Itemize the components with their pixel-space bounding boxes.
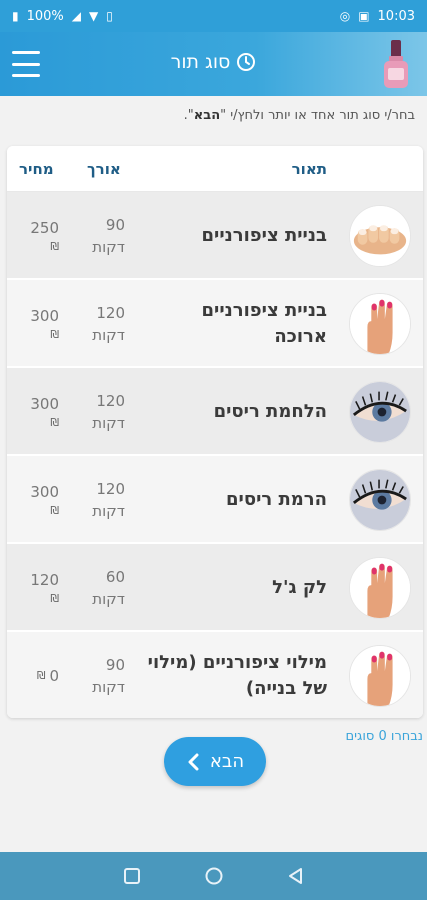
instruction-suffix: ". — [183, 108, 194, 123]
wifi-icon: ▼ — [89, 9, 99, 23]
service-unit: דקות — [92, 678, 125, 696]
selected-count: נבחרו 0 סוגים — [345, 729, 423, 744]
service-name: בניית ציפורניים — [201, 224, 328, 246]
clock-icon — [237, 53, 256, 71]
app-bar: סוג תור — [0, 32, 427, 96]
service-price-value: 300 — [30, 394, 59, 413]
service-length: 120 דקות — [92, 368, 125, 456]
instruction-text: בחר/י סוג תור אחד או יותר ולחץ/י "הבא". — [5, 108, 415, 123]
vibrate-icon: ▯ — [106, 9, 113, 23]
currency-symbol: ₪ — [50, 240, 59, 253]
status-bar: ▮ 100% ◢ ▼ ▯ ◎ ▣ 10:03 — [0, 0, 427, 32]
service-minutes: 120 — [96, 303, 125, 322]
eyelash-photo — [349, 381, 411, 443]
currency-symbol: ₪ — [36, 668, 46, 682]
pink-nails-hand-photo — [349, 645, 411, 707]
service-length: 120 דקות — [92, 280, 125, 368]
next-button[interactable]: הבא — [164, 737, 266, 786]
system-nav-bar — [0, 852, 427, 900]
pink-nails-hand-photo — [349, 557, 411, 619]
service-minutes: 90 — [105, 655, 125, 674]
back-icon[interactable] — [286, 866, 306, 886]
service-unit: דקות — [92, 326, 125, 344]
eyelash-photo — [349, 469, 411, 531]
header-price: מחיר — [19, 160, 54, 178]
currency-symbol: ₪ — [50, 416, 59, 429]
nails-manicure-photo — [349, 205, 411, 267]
battery-level: 100% — [26, 8, 64, 24]
table-row[interactable]: בניית ציפורניים 90 דקות 250 ₪ — [7, 192, 423, 280]
table-header: תאור אורך מחיר — [7, 146, 423, 192]
service-minutes: 120 — [96, 391, 125, 410]
table-row[interactable]: לק ג'ל 60 דקות 120 ₪ — [7, 544, 423, 632]
service-name: לק ג'ל — [272, 576, 327, 598]
service-unit: דקות — [92, 414, 125, 432]
service-name: בניית ציפורניים ארוכה — [201, 299, 328, 347]
instruction-bold: הבא — [193, 108, 221, 123]
header-description: תאור — [291, 160, 327, 178]
signal-icon: ◢ — [71, 9, 82, 23]
currency-symbol: ₪ — [50, 504, 59, 517]
pink-nails-hand-photo — [349, 293, 411, 355]
service-price-value: 120 — [30, 570, 59, 589]
services-table: תאור אורך מחיר בניית ציפורניים 90 דקות 2… — [7, 146, 423, 718]
page-title-text: סוג תור — [170, 51, 231, 73]
service-price-value: 300 — [30, 306, 59, 325]
service-length: 90 דקות — [92, 192, 125, 280]
service-name: הלחמת ריסים — [213, 400, 327, 422]
table-row[interactable]: הלחמת ריסים 120 דקות 300 ₪ — [7, 368, 423, 456]
service-unit: דקות — [92, 502, 125, 520]
currency-symbol: ₪ — [50, 328, 59, 341]
battery-icon: ▮ — [12, 9, 19, 23]
service-price: ₪ 0 — [37, 632, 59, 718]
service-length: 60 דקות — [92, 544, 125, 632]
table-row[interactable]: מילוי ציפורניים (מילוי של בנייה) 90 דקות… — [7, 632, 423, 718]
service-name: מילוי ציפורניים (מילוי של בנייה) — [147, 651, 327, 699]
service-unit: דקות — [92, 590, 125, 608]
home-icon[interactable] — [204, 866, 224, 886]
status-right: ◎ ▣ 10:03 — [340, 9, 415, 24]
service-length: 90 דקות — [92, 632, 125, 718]
page-title: סוג תור — [0, 51, 427, 73]
service-minutes: 60 — [105, 567, 125, 586]
service-minutes: 120 — [96, 479, 125, 498]
currency-symbol: ₪ — [50, 592, 59, 605]
table-row[interactable]: בניית ציפורניים ארוכה 120 דקות 300 ₪ — [7, 280, 423, 368]
service-price: 300 ₪ — [30, 280, 59, 368]
recents-icon[interactable] — [122, 866, 142, 886]
nail-polish-icon — [384, 40, 408, 88]
service-price: 300 ₪ — [30, 456, 59, 544]
service-length: 120 דקות — [92, 456, 125, 544]
service-price: 300 ₪ — [30, 368, 59, 456]
chevron-left-icon — [188, 753, 199, 770]
service-minutes: 90 — [105, 215, 125, 234]
next-button-label: הבא — [209, 751, 245, 772]
service-unit: דקות — [92, 238, 125, 256]
table-row[interactable]: הרמת ריסים 120 דקות 300 ₪ — [7, 456, 423, 544]
status-left: ▮ 100% ◢ ▼ ▯ — [12, 9, 113, 24]
instruction-prefix: בחר/י סוג תור אחד או יותר ולחץ/י " — [220, 108, 415, 123]
sync-icon: ◎ — [339, 9, 351, 23]
image-icon: ▣ — [358, 9, 370, 23]
service-name: הרמת ריסים — [226, 488, 327, 510]
service-price-value: 250 — [30, 218, 59, 237]
service-price-value: 0 — [49, 666, 59, 685]
header-length: אורך — [87, 160, 121, 178]
service-price: 120 ₪ — [30, 544, 59, 632]
clock-time: 10:03 — [377, 8, 415, 24]
service-price-value: 300 — [30, 482, 59, 501]
service-price: 250 ₪ — [30, 192, 59, 280]
